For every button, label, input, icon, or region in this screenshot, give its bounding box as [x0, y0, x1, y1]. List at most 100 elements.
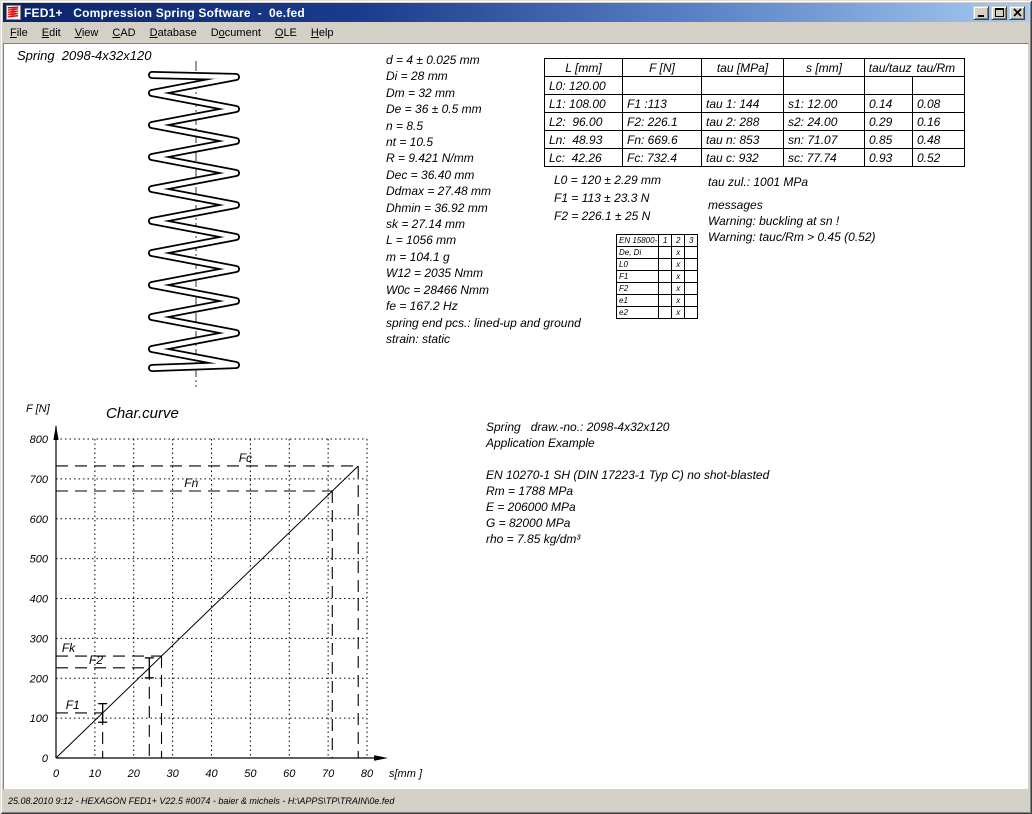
- svg-text:0: 0: [42, 753, 49, 765]
- material-info-block: Spring draw.-no.: 2098-4x32x120Applicati…: [486, 419, 769, 547]
- svg-text:50: 50: [244, 768, 257, 780]
- en-table-row: L0x: [617, 259, 698, 271]
- table-row: Lc: 42.26Fc: 732.4tau c: 932sc: 77.740.9…: [545, 149, 965, 167]
- menu-view[interactable]: View: [68, 24, 106, 41]
- svg-text:Fk: Fk: [62, 641, 76, 655]
- svg-text:F1: F1: [66, 698, 80, 712]
- title-bar[interactable]: FED1+ Compression Spring Software - 0e.f…: [3, 3, 1029, 22]
- svg-text:0: 0: [53, 768, 60, 780]
- table-cell: sc: 77.74: [784, 149, 865, 167]
- menu-help[interactable]: Help: [304, 24, 341, 41]
- maximize-button[interactable]: [991, 6, 1007, 20]
- document-canvas: Spring 2098-4x32x120 d = 4 ± 0.025 mmDi …: [3, 43, 1029, 790]
- svg-text:200: 200: [29, 673, 49, 685]
- results-table: L [mm]F [N]tau [MPa]s [mm]tau/tauztau/Rm…: [544, 58, 965, 167]
- svg-text:500: 500: [30, 554, 49, 566]
- en-table-row: F2 x: [617, 283, 698, 295]
- tau-zul-value: tau zul.: 1001 MPa: [708, 175, 808, 189]
- table-cell: tau n: 853: [702, 131, 784, 149]
- en-mark-cell: x: [672, 295, 685, 307]
- table-cell: s1: 12.00: [784, 95, 865, 113]
- en-grade-header: 1: [659, 235, 672, 247]
- minimize-icon: [977, 8, 986, 17]
- en-table-row: e2x: [617, 307, 698, 319]
- close-icon: [1013, 8, 1022, 17]
- info-line: EN 10270-1 SH (DIN 17223-1 Typ C) no sho…: [486, 467, 769, 483]
- en-row-label: F1: [617, 271, 659, 283]
- char-curve-chart: 0100200300400500600700800010203040506070…: [21, 396, 441, 788]
- en-mark-cell: [659, 283, 672, 295]
- column-header: L [mm]: [545, 59, 623, 77]
- tolerance-line: F2 = 226.1 ± 25 N: [554, 207, 661, 225]
- svg-text:Fc: Fc: [239, 451, 252, 465]
- column-header: tau [MPa]: [702, 59, 784, 77]
- en-grade-header: 3: [685, 235, 698, 247]
- en-mark-cell: [685, 259, 698, 271]
- svg-text:s[mm ]: s[mm ]: [389, 768, 423, 780]
- table-cell: 0.48: [913, 131, 965, 149]
- svg-text:70: 70: [322, 768, 335, 780]
- en-row-label: F2: [617, 283, 659, 295]
- message-line: Warning: buckling at sn !: [708, 213, 876, 229]
- table-row: L0: 120.00: [545, 77, 965, 95]
- application-window: { "window": { "title": "FED1+ Compressio…: [0, 0, 1032, 814]
- table-cell: [623, 77, 702, 95]
- table-cell: [913, 77, 965, 95]
- table-cell: Fn: 669.6: [623, 131, 702, 149]
- minimize-button[interactable]: [973, 6, 989, 20]
- column-header: F [N]: [623, 59, 702, 77]
- en-table-row: De, Dix: [617, 247, 698, 259]
- message-line: Warning: tauc/Rm > 0.45 (0.52): [708, 229, 876, 245]
- en-table-row: F1x: [617, 271, 698, 283]
- parameter-line: sk = 27.14 mm: [386, 216, 581, 232]
- menu-file[interactable]: File: [3, 24, 35, 41]
- tolerance-values: L0 = 120 ± 2.29 mmF1 = 113 ± 23.3 NF2 = …: [554, 171, 661, 225]
- message-line: messages: [708, 197, 876, 213]
- svg-text:80: 80: [361, 768, 374, 780]
- en-mark-cell: x: [672, 259, 685, 271]
- table-cell: 0.85: [865, 131, 913, 149]
- en-mark-cell: [659, 295, 672, 307]
- parameter-line: fe = 167.2 Hz: [386, 298, 581, 314]
- table-cell: 0.52: [913, 149, 965, 167]
- menu-ole[interactable]: OLE: [268, 24, 304, 41]
- table-cell: tau 1: 144: [702, 95, 784, 113]
- svg-text:700: 700: [30, 474, 49, 486]
- maximize-icon: [995, 8, 1004, 17]
- en-mark-cell: x: [672, 283, 685, 295]
- en-row-label: e2: [617, 307, 659, 319]
- table-cell: tau 2: 288: [702, 113, 784, 131]
- parameter-line: L = 1056 mm: [386, 232, 581, 248]
- menu-cad[interactable]: CAD: [105, 24, 142, 41]
- menu-document[interactable]: Document: [204, 24, 268, 41]
- column-header: s [mm]: [784, 59, 865, 77]
- table-cell: F1 :113: [623, 95, 702, 113]
- en-table-title: EN 15800-: [617, 235, 659, 247]
- menu-edit[interactable]: Edit: [35, 24, 68, 41]
- table-cell: 0.93: [865, 149, 913, 167]
- parameter-line: Dhmin = 36.92 mm: [386, 200, 581, 216]
- en-mark-cell: [685, 247, 698, 259]
- table-cell: Fc: 732.4: [623, 149, 702, 167]
- parameter-line: spring end pcs.: lined-up and ground: [386, 315, 581, 331]
- column-header: tau/tauz: [865, 59, 913, 77]
- svg-text:20: 20: [127, 768, 141, 780]
- close-button[interactable]: [1009, 6, 1025, 20]
- table-cell: L2: 96.00: [545, 113, 623, 131]
- parameter-line: W0c = 28466 Nmm: [386, 282, 581, 298]
- svg-text:60: 60: [283, 768, 296, 780]
- en-mark-cell: [685, 271, 698, 283]
- table-cell: L0: 120.00: [545, 77, 623, 95]
- table-cell: sn: 71.07: [784, 131, 865, 149]
- table-cell: Ln: 48.93: [545, 131, 623, 149]
- svg-text:400: 400: [30, 594, 49, 606]
- en-mark-cell: [659, 259, 672, 271]
- table-cell: 0.16: [913, 113, 965, 131]
- tolerance-line: F1 = 113 ± 23.3 N: [554, 189, 661, 207]
- menu-database[interactable]: Database: [143, 24, 204, 41]
- table-cell: [865, 77, 913, 95]
- svg-text:600: 600: [30, 514, 49, 526]
- table-cell: s2: 24.00: [784, 113, 865, 131]
- spring-title: Spring 2098-4x32x120: [17, 48, 151, 63]
- svg-text:Char.curve: Char.curve: [106, 405, 179, 422]
